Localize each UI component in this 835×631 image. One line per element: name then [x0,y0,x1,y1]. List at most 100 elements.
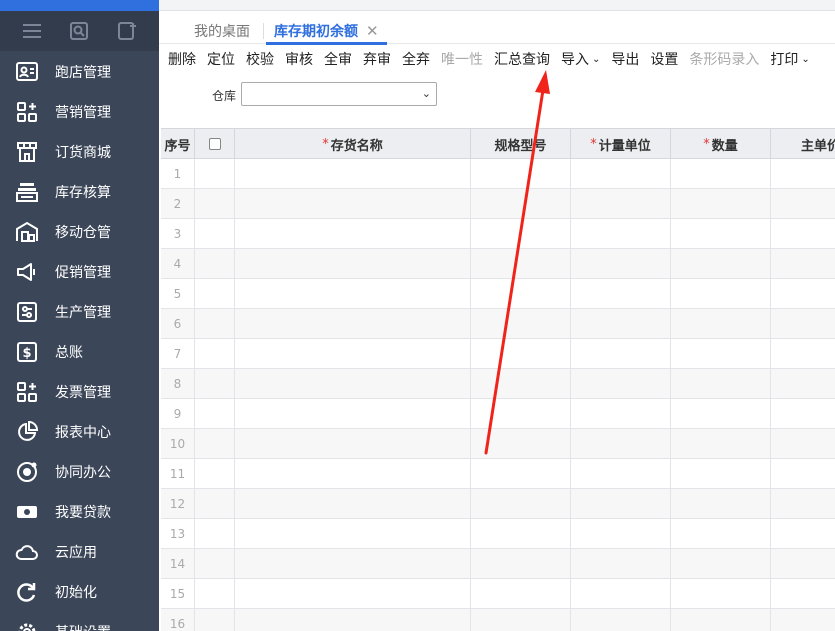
table-row[interactable]: 13 [161,519,835,549]
header-spec[interactable]: 规格型号 [471,129,571,159]
sidebar-item-office[interactable]: 协同办公 [0,452,159,492]
grid-cell[interactable] [195,339,235,369]
grid-cell[interactable] [771,339,835,369]
delete-button[interactable]: 删除 [168,49,196,69]
grid-cell[interactable] [471,489,571,519]
grid-cell[interactable] [571,219,671,249]
grid-cell[interactable] [471,579,571,609]
grid-cell[interactable] [195,429,235,459]
grid-cell[interactable] [771,429,835,459]
grid-cell[interactable] [195,489,235,519]
grid-cell[interactable] [671,309,771,339]
grid-cell[interactable] [671,549,771,579]
grid-cell[interactable] [671,429,771,459]
verify-button[interactable]: 校验 [246,49,274,69]
grid-cell[interactable] [195,279,235,309]
grid-cell[interactable] [195,459,235,489]
grid-cell[interactable] [471,429,571,459]
header-main-unit-price[interactable]: 主单价 [771,129,835,159]
grid-cell[interactable] [571,249,671,279]
grid-cell[interactable] [671,279,771,309]
grid-cell[interactable] [235,369,471,399]
grid-cell[interactable] [471,399,571,429]
grid-cell[interactable] [235,399,471,429]
grid-cell[interactable] [571,489,671,519]
grid-cell[interactable] [571,459,671,489]
grid-cell[interactable] [195,579,235,609]
grid-cell[interactable] [571,369,671,399]
grid-cell[interactable] [771,249,835,279]
grid-cell[interactable] [195,159,235,189]
table-row[interactable]: 5 [161,279,835,309]
grid-cell[interactable] [195,399,235,429]
grid-cell[interactable] [471,609,571,631]
grid-cell[interactable] [771,369,835,399]
grid-cell[interactable] [771,519,835,549]
sidebar-item-reports[interactable]: 报表中心 [0,412,159,452]
barcode-entry-button[interactable]: 条形码录入 [689,49,759,69]
sidebar-item-loan[interactable]: 我要贷款 [0,492,159,532]
sidebar-item-inventory[interactable]: 库存核算 [0,172,159,212]
sidebar-item-mobile-warehouse[interactable]: 移动仓管 [0,212,159,252]
sidebar-item-store[interactable]: 跑店管理 [0,52,159,92]
sidebar-item-cloud[interactable]: 云应用 [0,532,159,572]
grid-cell[interactable] [195,219,235,249]
grid-cell[interactable] [771,309,835,339]
sidebar-item-init[interactable]: 初始化 [0,572,159,612]
grid-cell[interactable] [771,489,835,519]
grid-cell[interactable] [235,579,471,609]
sidebar-item-production[interactable]: 生产管理 [0,292,159,332]
grid-cell[interactable] [195,249,235,279]
grid-cell[interactable] [235,489,471,519]
grid-cell[interactable] [235,519,471,549]
table-row[interactable]: 10 [161,429,835,459]
audit-button[interactable]: 审核 [285,49,313,69]
grid-cell[interactable] [771,279,835,309]
sidebar-item-ledger[interactable]: $ 总账 [0,332,159,372]
table-row[interactable]: 7 [161,339,835,369]
grid-cell[interactable] [571,609,671,631]
grid-cell[interactable] [235,339,471,369]
grid-cell[interactable] [571,279,671,309]
sidebar-item-promotion[interactable]: 促销管理 [0,252,159,292]
grid-cell[interactable] [671,519,771,549]
header-quantity[interactable]: * 数量 [671,129,771,159]
grid-cell[interactable] [471,309,571,339]
grid-cell[interactable] [235,429,471,459]
grid-cell[interactable] [471,219,571,249]
grid-cell[interactable] [571,429,671,459]
header-unit[interactable]: * 计量单位 [571,129,671,159]
print-button[interactable]: 打印 ⌄ [770,49,809,69]
grid-cell[interactable] [671,489,771,519]
grid-cell[interactable] [235,159,471,189]
grid-cell[interactable] [571,309,671,339]
table-row[interactable]: 4 [161,249,835,279]
settings-button[interactable]: 设置 [650,49,678,69]
grid-cell[interactable] [671,579,771,609]
add-doc-icon[interactable] [116,20,138,42]
unaudit-button[interactable]: 弃审 [363,49,391,69]
table-row[interactable]: 6 [161,309,835,339]
import-button[interactable]: 导入 ⌄ [561,49,600,69]
grid-cell[interactable] [771,399,835,429]
grid-cell[interactable] [671,399,771,429]
grid-cell[interactable] [471,339,571,369]
grid-cell[interactable] [195,189,235,219]
grid-cell[interactable] [195,549,235,579]
warehouse-select[interactable]: ⌄ [241,82,437,106]
table-row[interactable]: 9 [161,399,835,429]
grid-cell[interactable] [471,459,571,489]
grid-cell[interactable] [571,339,671,369]
export-button[interactable]: 导出 [611,49,639,69]
grid-cell[interactable] [571,159,671,189]
tab-my-desktop[interactable]: 我的桌面 [194,19,250,43]
grid-cell[interactable] [471,369,571,399]
sidebar-item-invoice[interactable]: 发票管理 [0,372,159,412]
grid-cell[interactable] [771,609,835,631]
grid-cell[interactable] [471,189,571,219]
grid-cell[interactable] [671,459,771,489]
table-row[interactable]: 15 [161,579,835,609]
grid-cell[interactable] [471,549,571,579]
grid-cell[interactable] [235,189,471,219]
sidebar-item-mall[interactable]: 订货商城 [0,132,159,172]
